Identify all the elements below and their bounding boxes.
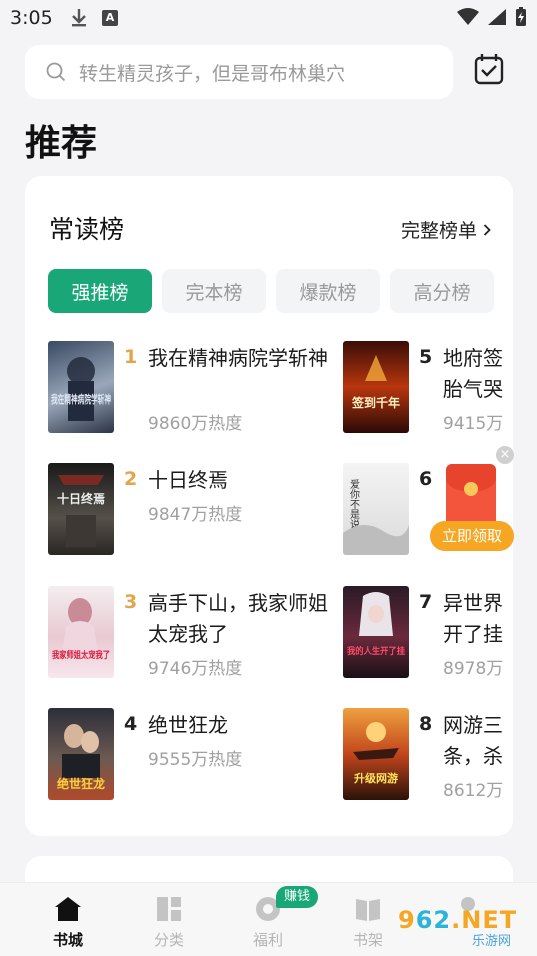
bookshelf-icon [356,899,380,921]
status-time: 3:05 [10,7,53,29]
book-item[interactable]: 绝世狂龙 4 绝世狂龙 9555万热度 [48,708,338,802]
cover-text: 十日终焉 [57,491,105,506]
red-packet-promo[interactable]: × 立即领取 [428,446,518,556]
nav-bookshelf[interactable]: 书架 [328,883,408,956]
book-heat: 9746万热度 [148,659,243,679]
calendar-checkin-icon[interactable] [470,50,508,88]
rank-number: 5 [419,346,433,368]
book-heat: 9555万热度 [148,750,243,770]
page-title: 推荐 [25,123,98,164]
status-bar: 3:05 A [0,0,537,36]
keyboard-a-icon: A [102,10,118,26]
book-item[interactable]: 十日终焉 2 十日终焉 9847万热度 [48,463,338,557]
book-item[interactable]: 我在精神病院学斩神 1 我在精神病院学斩神 9860万热度 [48,341,338,435]
book-title: 高手下山，我家师姐太宠我了 [148,591,328,646]
cover-text: 签到千年 [351,395,400,410]
book-heat: 9860万热度 [148,414,243,434]
battery-icon [516,7,526,26]
book-heat: 9415万 [443,414,504,434]
watermark-logo: 962.NET 乐游网 [398,906,518,949]
tab-high-score[interactable]: 高分榜 [390,269,494,313]
rank-number: 7 [419,591,433,613]
book-cover: 我的人生开了挂 [343,586,409,678]
category-icon [157,897,181,921]
earn-badge: 赚钱 [276,886,318,908]
book-item[interactable]: 我家师姐太宠我了 3 高手下山，我家师姐太宠我了 9746万热度 [48,586,338,680]
cover-text: 我在精神病院学斩神 [51,392,111,406]
rank-number: 1 [124,346,138,368]
ranking-tabs: 强推榜 完本榜 爆款榜 高分榜 [48,269,494,313]
full-list-label: 完整榜单 [400,220,477,242]
rank-number: 8 [419,713,433,735]
book-cover: 升级网游 [343,708,409,800]
book-cover: 签到千年 [343,341,409,433]
book-title: 地府签 胎气哭 [443,346,503,401]
tab-strong-recommend[interactable]: 强推榜 [48,269,152,313]
book-cover: 爱你不是说 说而已 [343,463,409,555]
book-title: 绝世狂龙 [148,713,228,737]
rank-number: 2 [124,468,138,490]
home-icon [55,897,81,921]
tab-completed[interactable]: 完本榜 [162,269,266,313]
search-icon [46,62,66,82]
book-cover: 绝世狂龙 [48,708,114,800]
cover-text: 升级网游 [354,771,398,785]
nav-bookstore[interactable]: 书城 [28,883,108,956]
book-item[interactable]: 升级网游 8 网游三 条，杀 8612万 [343,708,513,802]
rank-number: 4 [124,713,138,735]
book-cover: 十日终焉 [48,463,114,555]
ranking-title: 常读榜 [49,215,125,244]
book-cover: 我在精神病院学斩神 [48,341,114,433]
book-heat: 8978万 [443,659,504,679]
book-heat: 8612万 [443,781,504,801]
wifi-icon [457,8,479,25]
close-icon[interactable]: × [496,446,514,464]
book-item[interactable]: 我的人生开了挂 7 异世界 开了挂 8978万 [343,586,513,680]
book-title: 十日终焉 [148,468,228,492]
cover-text: 绝世狂龙 [57,776,105,791]
book-title: 我在精神病院学斩神 [148,346,328,370]
book-title: 异世界 开了挂 [443,591,503,646]
tab-hot[interactable]: 爆款榜 [276,269,380,313]
claim-button[interactable]: 立即领取 [430,521,514,551]
book-cover: 我家师姐太宠我了 [48,586,114,678]
signal-icon [488,9,506,25]
book-title: 网游三 条，杀 [443,713,503,768]
book-item[interactable]: 签到千年 5 地府签 胎气哭 9415万 [343,341,513,435]
cover-text: 我的人生开了挂 [347,645,405,657]
nav-category[interactable]: 分类 [129,883,209,956]
chevron-right-icon [483,223,491,236]
book-heat: 9847万热度 [148,505,243,525]
full-list-link[interactable]: 完整榜单 [401,216,491,243]
search-input[interactable]: 转生精灵孩子，但是哥布林巢穴 [25,45,453,99]
search-placeholder: 转生精灵孩子，但是哥布林巢穴 [79,62,346,85]
rank-number: 3 [124,591,138,613]
cover-text: 我家师姐太宠我了 [52,649,110,661]
download-icon [72,9,86,27]
